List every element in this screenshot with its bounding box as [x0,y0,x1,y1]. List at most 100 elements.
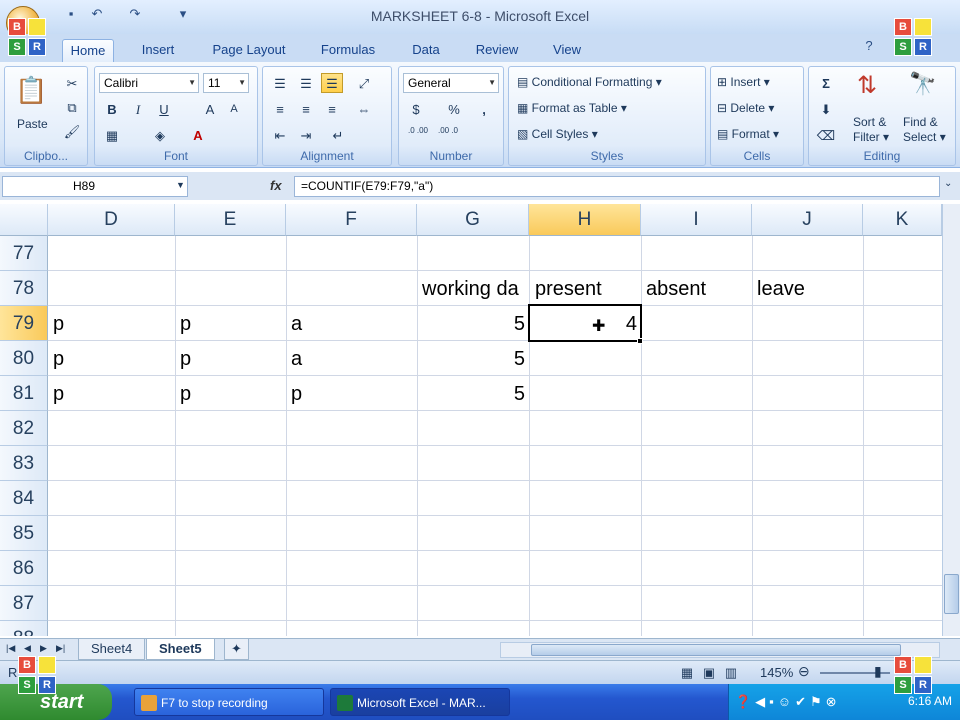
orientation-icon[interactable]: ⤢ [353,73,375,93]
font-color-button[interactable]: A [187,125,209,145]
worksheet-grid[interactable]: D E F G H I J K 77 78 79 80 81 82 83 84 … [0,204,942,636]
page-break-view-icon[interactable]: ▥ [720,662,742,682]
clear-icon[interactable]: ⌫ [815,125,837,145]
align-top-icon[interactable]: ☰ [269,73,291,93]
fill-icon[interactable]: ⬇ [815,99,837,119]
format-painter-icon[interactable]: 🖌 [61,121,83,141]
sheet-tab-sheet5[interactable]: Sheet5 [146,639,215,660]
column-header-f[interactable]: F [286,204,417,236]
zoom-out-icon[interactable]: ⊖ [798,663,810,680]
cell-h78[interactable]: present [531,272,641,307]
tab-formulas[interactable]: Formulas [312,39,384,62]
sheet-tab-sheet4[interactable]: Sheet4 [78,639,146,660]
row-header-79[interactable]: 79 [0,306,48,341]
name-box[interactable]: H89 [2,176,188,197]
select-all-corner[interactable] [0,204,48,236]
font-size-combo[interactable]: 11 ▼ [203,73,249,93]
cell-e80[interactable]: p [176,342,286,377]
conditional-formatting-button[interactable]: ▤ Conditional Formatting ▾ [517,75,662,89]
sort-filter-button[interactable]: Sort & Filter ▾ [853,115,889,145]
cell-g80[interactable]: 5 [418,342,529,377]
align-right-icon[interactable]: ≡ [321,99,343,119]
row-header-78[interactable]: 78 [0,271,48,306]
cell-g79[interactable]: 5 [418,307,529,342]
cell-e79[interactable]: p [176,307,286,342]
delete-cells-button[interactable]: ⊟ Delete ▾ [717,101,774,115]
zoom-level[interactable]: 145% [760,665,793,680]
column-header-g[interactable]: G [417,204,529,236]
number-format-combo[interactable]: General ▼ [403,73,499,93]
find-select-button[interactable]: Find & Select ▾ [903,115,946,145]
increase-decimal-button[interactable]: .0 .00 [405,125,431,145]
font-name-combo[interactable]: Calibri ▼ [99,73,199,93]
vertical-scroll-thumb[interactable] [944,574,959,614]
italic-button[interactable]: I [127,99,149,119]
increase-indent-icon[interactable]: ⇥ [295,125,317,145]
column-header-i[interactable]: I [641,204,752,236]
sheet-nav-last-icon[interactable]: ▶| [56,643,65,654]
row-header-86[interactable]: 86 [0,551,48,586]
align-bottom-icon[interactable]: ☰ [321,73,343,93]
column-header-d[interactable]: D [48,204,175,236]
name-box-dropdown-icon[interactable]: ▼ [176,180,185,190]
fill-color-icon[interactable]: ◈ [149,125,171,145]
horizontal-scrollbar[interactable] [500,642,940,658]
cell-d80[interactable]: p [49,342,175,377]
sheet-nav-next-icon[interactable]: ▶ [40,643,47,654]
copy-icon[interactable]: ⧉ [61,97,83,117]
comma-button[interactable]: , [473,99,495,119]
fill-handle[interactable] [637,338,643,344]
cell-f79[interactable]: a [287,307,417,342]
insert-sheet-icon[interactable]: ✦ [224,639,249,660]
cell-g78[interactable]: working da [418,272,534,307]
cell-d79[interactable]: p [49,307,175,342]
tab-page-layout[interactable]: Page Layout [204,39,294,62]
row-header-88[interactable]: 88 [0,621,48,636]
normal-view-icon[interactable]: ▦ [676,662,698,682]
row-header-82[interactable]: 82 [0,411,48,446]
tab-insert[interactable]: Insert [132,39,184,62]
insert-cells-button[interactable]: ⊞ Insert ▾ [717,75,770,89]
sort-filter-icon[interactable]: ⇅ [857,71,877,100]
cell-g81[interactable]: 5 [418,377,529,412]
align-center-icon[interactable]: ≡ [295,99,317,119]
horizontal-scroll-thumb[interactable] [531,644,901,656]
format-as-table-button[interactable]: ▦ Format as Table ▾ [517,101,627,115]
percent-button[interactable]: % [443,99,465,119]
row-header-83[interactable]: 83 [0,446,48,481]
row-header-85[interactable]: 85 [0,516,48,551]
paste-icon[interactable]: 📋 [15,75,47,106]
cell-i78[interactable]: absent [642,272,752,307]
insert-function-button[interactable]: fx [270,178,282,193]
cell-e81[interactable]: p [176,377,286,412]
column-header-h[interactable]: H [529,204,641,236]
decrease-decimal-button[interactable]: .00 .0 [435,125,461,145]
cell-j78[interactable]: leave [753,272,863,307]
autosum-icon[interactable]: Σ [815,73,837,93]
find-select-icon[interactable]: 🔭 [909,71,936,97]
column-header-k[interactable]: K [863,204,942,236]
tab-view[interactable]: View [544,39,590,62]
vertical-scrollbar[interactable] [942,204,960,636]
grow-font-button[interactable]: A [199,99,221,119]
row-header-84[interactable]: 84 [0,481,48,516]
page-layout-view-icon[interactable]: ▣ [698,662,720,682]
taskbar-excel[interactable]: Microsoft Excel - MAR... [330,688,510,716]
help-icon[interactable]: ? [860,38,878,54]
paste-button[interactable]: Paste [17,117,48,131]
cell-d81[interactable]: p [49,377,175,412]
cell-styles-button[interactable]: ▧ Cell Styles ▾ [517,127,598,141]
sheet-nav-prev-icon[interactable]: ◀ [24,643,31,654]
zoom-slider-thumb[interactable]: ▮ [874,663,882,680]
merge-center-icon[interactable]: ⇔ [353,99,375,119]
formula-input[interactable]: =COUNTIF(E79:F79,"a") [294,176,940,197]
taskbar-recording[interactable]: F7 to stop recording [134,688,324,716]
underline-button[interactable]: U [153,99,175,119]
borders-icon[interactable]: ▦ [101,125,123,145]
row-header-81[interactable]: 81 [0,376,48,411]
row-header-77[interactable]: 77 [0,236,48,271]
bold-button[interactable]: B [101,99,123,119]
tray-icons[interactable]: ❓◀▪☺✔⚑⊗ [735,694,841,710]
sheet-nav-first-icon[interactable]: |◀ [6,643,15,654]
expand-formula-bar-icon[interactable]: ⌄ [944,178,952,189]
